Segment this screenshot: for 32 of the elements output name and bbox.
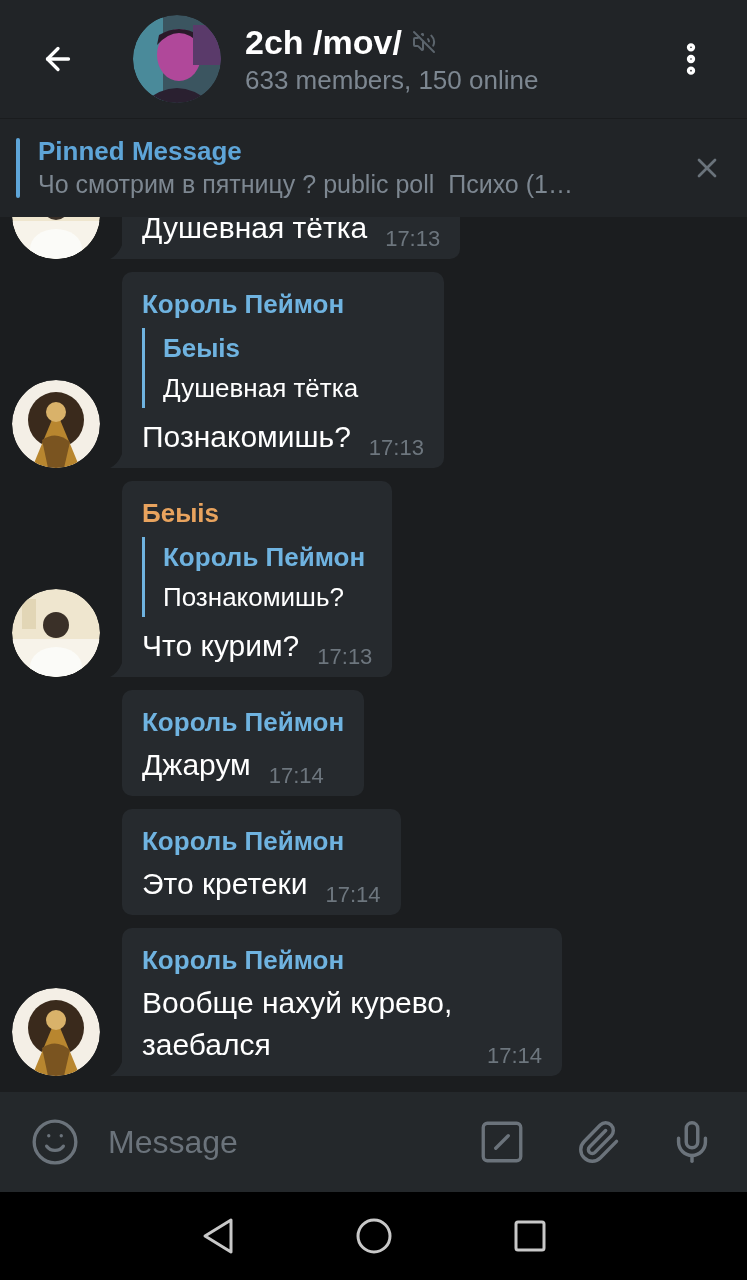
- message-time: 17:13: [368, 434, 424, 462]
- message-text: Познакомишь?: [142, 419, 351, 455]
- emoji-icon[interactable]: [30, 1117, 80, 1167]
- pinned-text: Чо смотрим в пятницу ? public poll Психо (1…: [38, 169, 574, 200]
- message-field[interactable]: Message: [108, 1118, 477, 1166]
- reply-quote[interactable]: Король Пеймон Познакомишь?: [142, 537, 373, 617]
- message-text: Вообще нахуй курево, заебался: [142, 985, 454, 1063]
- message-text: Что курим?: [142, 628, 300, 664]
- sender-name: Король Пеймон: [142, 944, 346, 977]
- home-circle-icon[interactable]: [354, 1217, 393, 1255]
- sender-name: Король Пеймон: [142, 288, 346, 321]
- message-time: 17:14: [325, 881, 381, 909]
- reply-text: Познакомишь?: [163, 581, 345, 614]
- message-text: Джарум: [142, 747, 251, 783]
- message-time: 17:14: [486, 1042, 542, 1070]
- pinned-title: Pinned Message: [38, 135, 243, 167]
- recents-square-icon[interactable]: [512, 1219, 547, 1253]
- member-count: 633 members, 150 online: [245, 64, 540, 97]
- sender-name: Король Пеймон: [142, 825, 346, 858]
- message-text: Это кретеки: [142, 866, 308, 902]
- reply-quote[interactable]: Беыis Душевная тётка: [142, 328, 424, 408]
- sender-name: Беыis: [142, 497, 221, 530]
- reply-text: Душевная тётка: [163, 372, 360, 405]
- message-time: 17:13: [385, 225, 441, 253]
- pinned-bar[interactable]: Pinned Message Чо смотрим в пятницу ? public poll Психо (1…: [0, 118, 747, 217]
- message-time: 17:14: [268, 762, 324, 790]
- reply-author: Король Пеймон: [163, 541, 367, 574]
- sender-name: Король Пеймон: [142, 706, 345, 739]
- message-text: Душевная тётка: [142, 217, 368, 246]
- reply-author: Беыis: [163, 332, 242, 365]
- chat-title: 2ch /mov/: [245, 22, 402, 63]
- message-time: 17:13: [317, 643, 373, 671]
